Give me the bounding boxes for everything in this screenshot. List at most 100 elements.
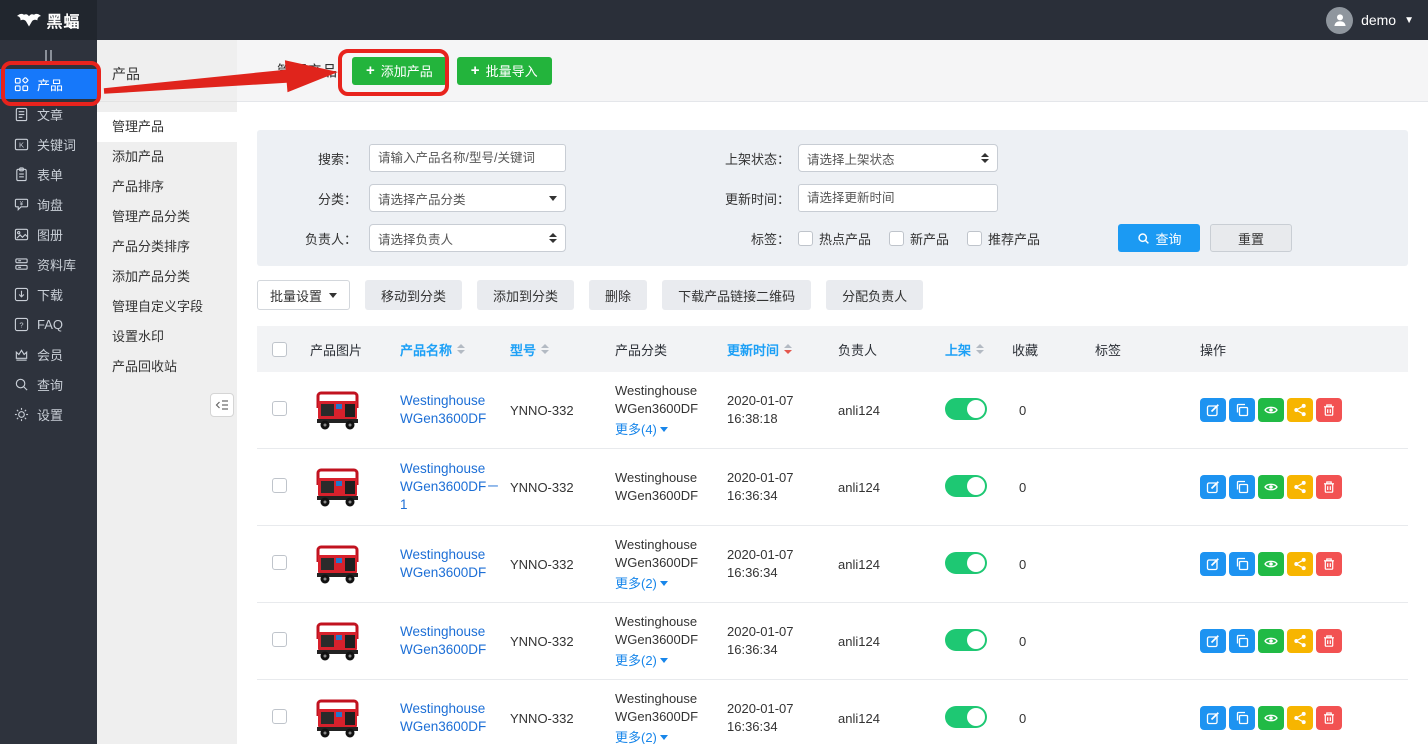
tag-hot-checkbox[interactable]: 热点产品 xyxy=(798,229,871,248)
copy-button[interactable] xyxy=(1229,629,1255,653)
publish-toggle[interactable] xyxy=(945,398,987,420)
submenu-item-add-category[interactable]: 添加产品分类 xyxy=(97,262,237,292)
submenu-item-watermark[interactable]: 设置水印 xyxy=(97,322,237,352)
share-button[interactable] xyxy=(1287,475,1313,499)
bulk-settings-button[interactable]: 批量设置 xyxy=(257,280,350,310)
tag-recommend-checkbox[interactable]: 推荐产品 xyxy=(967,229,1040,248)
reset-button[interactable]: 重置 xyxy=(1210,224,1292,252)
col-header-name[interactable]: 产品名称 xyxy=(395,340,505,359)
preview-button[interactable] xyxy=(1258,706,1284,730)
submenu-item-custom-fields[interactable]: 管理自定义字段 xyxy=(97,292,237,322)
delete-row-button[interactable] xyxy=(1316,629,1342,653)
edit-button[interactable] xyxy=(1200,552,1226,576)
product-image[interactable] xyxy=(310,696,365,738)
sidebar-item-members[interactable]: 会员 xyxy=(0,339,97,369)
product-name-link[interactable]: Westinghouse WGen3600DF－1 xyxy=(400,461,500,512)
more-categories-link[interactable]: 更多(2) xyxy=(615,573,722,592)
more-categories-link[interactable]: 更多(4) xyxy=(615,419,722,438)
row-checkbox[interactable] xyxy=(272,478,287,493)
preview-button[interactable] xyxy=(1258,475,1284,499)
delete-row-button[interactable] xyxy=(1316,706,1342,730)
share-button[interactable] xyxy=(1287,706,1313,730)
col-header-model[interactable]: 型号 xyxy=(505,340,610,359)
sidebar-item-gallery[interactable]: 图册 xyxy=(0,219,97,249)
submenu-collapse-button[interactable] xyxy=(210,393,234,417)
sidebar-item-articles[interactable]: 文章 xyxy=(0,99,97,129)
product-image[interactable] xyxy=(310,542,365,584)
category-select[interactable]: 请选择产品分类 xyxy=(369,184,566,212)
move-to-category-button[interactable]: 移动到分类 xyxy=(365,280,462,310)
sidebar-item-products[interactable]: 产品 xyxy=(0,69,97,99)
more-categories-link[interactable]: 更多(2) xyxy=(615,727,722,744)
share-button[interactable] xyxy=(1287,552,1313,576)
product-name-link[interactable]: Westinghouse WGen3600DF xyxy=(400,701,486,734)
submenu-item-manage-products[interactable]: 管理产品 xyxy=(97,112,237,142)
product-name-link[interactable]: Westinghouse WGen3600DF xyxy=(400,624,486,657)
sidebar-item-downloads[interactable]: 下载 xyxy=(0,279,97,309)
sidebar-item-faq[interactable]: ? FAQ xyxy=(0,309,97,339)
submenu-item-product-sort[interactable]: 产品排序 xyxy=(97,172,237,202)
product-name-link[interactable]: Westinghouse WGen3600DF xyxy=(400,393,486,426)
sidebar-item-forms[interactable]: 表单 xyxy=(0,159,97,189)
add-to-category-button[interactable]: 添加到分类 xyxy=(477,280,574,310)
delete-button[interactable]: 删除 xyxy=(589,280,647,310)
edit-button[interactable] xyxy=(1200,398,1226,422)
publish-toggle[interactable] xyxy=(945,629,987,651)
submenu-item-add-product[interactable]: 添加产品 xyxy=(97,142,237,172)
row-actions xyxy=(1195,398,1408,422)
copy-button[interactable] xyxy=(1229,706,1255,730)
product-image[interactable] xyxy=(310,619,365,661)
row-checkbox[interactable] xyxy=(272,401,287,416)
assign-owner-button[interactable]: 分配负责人 xyxy=(826,280,923,310)
publish-toggle[interactable] xyxy=(945,475,987,497)
sidebar-item-library[interactable]: 资料库 xyxy=(0,249,97,279)
edit-button[interactable] xyxy=(1200,475,1226,499)
sidebar-item-settings[interactable]: 设置 xyxy=(0,399,97,429)
bat-logo-icon xyxy=(16,13,42,28)
search-input[interactable] xyxy=(369,144,566,172)
row-checkbox[interactable] xyxy=(272,555,287,570)
row-checkbox[interactable] xyxy=(272,632,287,647)
submenu-item-category-sort[interactable]: 产品分类排序 xyxy=(97,232,237,262)
delete-row-button[interactable] xyxy=(1316,552,1342,576)
sidebar-item-keywords[interactable]: K 关键词 xyxy=(0,129,97,159)
product-name-link[interactable]: Westinghouse WGen3600DF xyxy=(400,547,486,580)
download-qrcode-button[interactable]: 下载产品链接二维码 xyxy=(662,280,811,310)
col-header-status[interactable]: 上架 xyxy=(940,340,1007,359)
copy-button[interactable] xyxy=(1229,398,1255,422)
delete-row-button[interactable] xyxy=(1316,475,1342,499)
submenu-item-manage-categories[interactable]: 管理产品分类 xyxy=(97,202,237,232)
row-checkbox[interactable] xyxy=(272,709,287,724)
preview-button[interactable] xyxy=(1258,552,1284,576)
query-button[interactable]: 查询 xyxy=(1118,224,1200,252)
sidebar-collapse-handle[interactable] xyxy=(0,46,97,66)
col-header-updated[interactable]: 更新时间 xyxy=(722,340,833,359)
product-image[interactable] xyxy=(310,388,365,430)
bulk-import-button[interactable]: +批量导入 xyxy=(457,57,552,85)
user-menu[interactable]: demo ▼ xyxy=(1326,7,1428,34)
delete-row-button[interactable] xyxy=(1316,398,1342,422)
edit-button[interactable] xyxy=(1200,706,1226,730)
tag-new-checkbox[interactable]: 新产品 xyxy=(889,229,949,248)
share-button[interactable] xyxy=(1287,629,1313,653)
product-image[interactable] xyxy=(310,465,365,507)
status-select[interactable]: 请选择上架状态 xyxy=(798,144,998,172)
copy-button[interactable] xyxy=(1229,552,1255,576)
sidebar: 产品 文章 K 关键词 表单 ¥ 询盘 图册 资料库 下载 xyxy=(0,40,97,744)
edit-button[interactable] xyxy=(1200,629,1226,653)
copy-button[interactable] xyxy=(1229,475,1255,499)
owner-select[interactable]: 请选择负责人 xyxy=(369,224,566,252)
sidebar-item-inquiries[interactable]: ¥ 询盘 xyxy=(0,189,97,219)
more-categories-link[interactable]: 更多(2) xyxy=(615,650,722,669)
preview-button[interactable] xyxy=(1258,629,1284,653)
share-button[interactable] xyxy=(1287,398,1313,422)
preview-button[interactable] xyxy=(1258,398,1284,422)
submenu-item-recycle-bin[interactable]: 产品回收站 xyxy=(97,352,237,382)
app-logo[interactable]: 黑蝠 xyxy=(0,0,97,40)
select-all-checkbox[interactable] xyxy=(272,342,287,357)
update-time-input[interactable] xyxy=(798,184,998,212)
sidebar-item-search[interactable]: 查询 xyxy=(0,369,97,399)
add-product-button[interactable]: +添加产品 xyxy=(352,57,447,85)
publish-toggle[interactable] xyxy=(945,706,987,728)
publish-toggle[interactable] xyxy=(945,552,987,574)
